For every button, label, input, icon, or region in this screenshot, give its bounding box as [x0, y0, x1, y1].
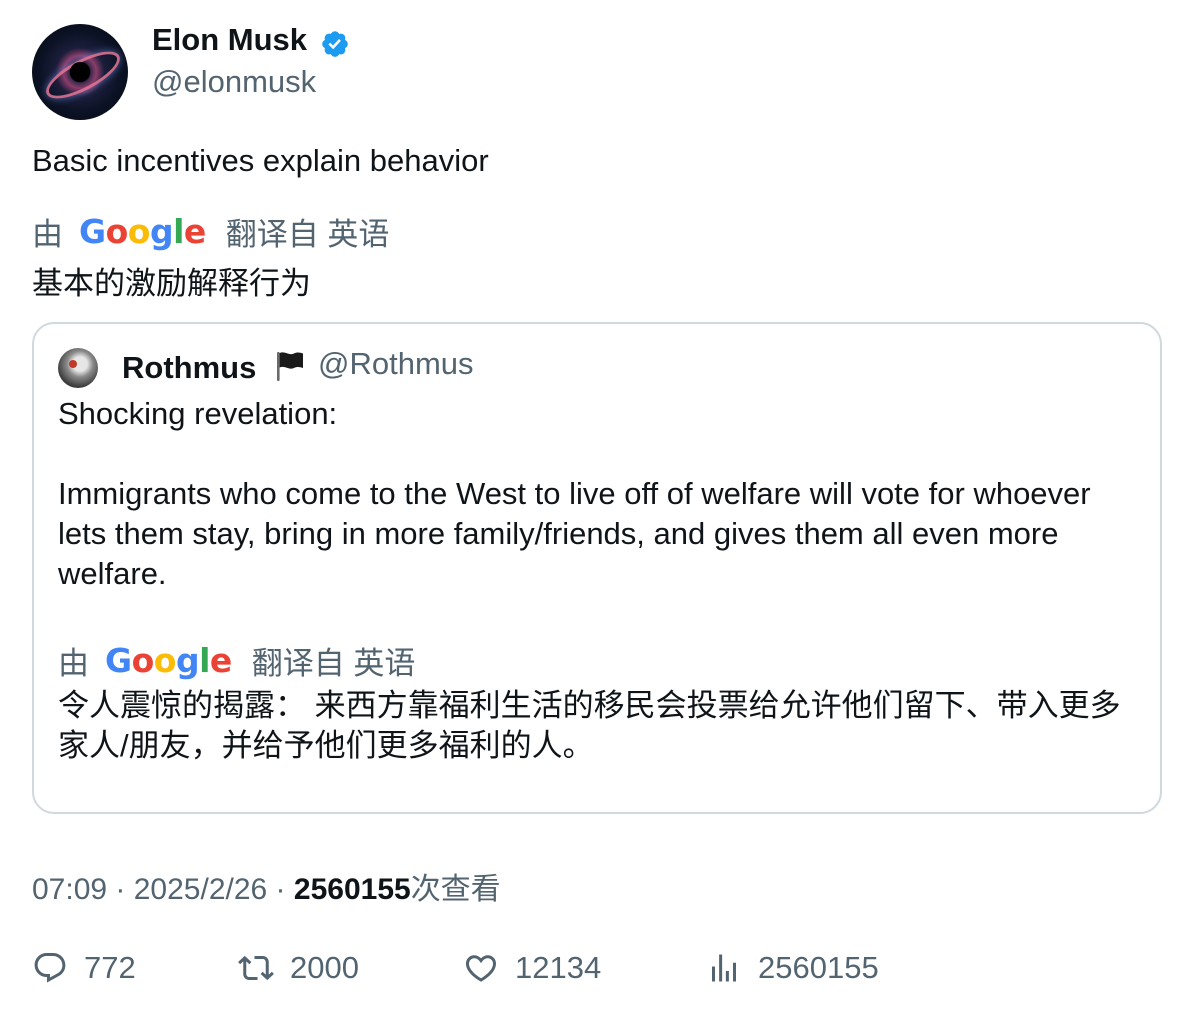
reply-count: 772 — [84, 950, 136, 985]
view-count-suffix: 次查看 — [410, 873, 501, 906]
quoted-text-line-2: Immigrants who come to the West to live … — [58, 476, 1091, 591]
like-count: 12134 — [515, 950, 602, 985]
heart-icon — [465, 955, 497, 982]
black-flag-icon — [277, 352, 303, 381]
tweet-date[interactable]: 2025/2/26 — [134, 873, 267, 906]
translation-attribution: 由 Google 翻译自 英语 — [32, 209, 389, 254]
tweet-metadata: 07:09 · 2025/2/26 · 2560155次查看 — [32, 873, 501, 906]
avatar-core-decoration — [70, 62, 90, 82]
reply-button[interactable]: 772 — [32, 950, 136, 986]
tweet-translated-text: 基本的激励解释行为 — [32, 266, 311, 301]
google-logo: Google — [79, 212, 206, 251]
google-logo: Google — [105, 641, 232, 680]
quoted-tweet-text: Shocking revelation: Immigrants who come… — [58, 394, 1138, 594]
views-count: 2560155 — [758, 950, 879, 985]
quoted-text-line-1: Shocking revelation: — [58, 396, 338, 431]
retweet-button[interactable]: 2000 — [238, 950, 359, 986]
quoted-translation-attribution: 由 Google 翻译自 英语 — [58, 638, 415, 683]
author-avatar[interactable] — [32, 24, 128, 120]
retweet-icon — [238, 955, 274, 981]
quoted-translated-text: 令人震惊的揭露： 来西方靠福利生活的移民会投票给允许他们留下、带入更多家人/朋友… — [58, 688, 1121, 763]
quoted-author-avatar[interactable] — [58, 348, 98, 388]
verified-badge-icon — [322, 31, 348, 57]
author-name[interactable]: Elon Musk — [152, 22, 307, 58]
avatar-detail — [69, 360, 77, 368]
like-button[interactable]: 12134 — [463, 950, 601, 986]
reply-icon — [34, 953, 66, 983]
quoted-tweet-card[interactable]: Rothmus @Rothmus Shocking revelation: Im… — [32, 322, 1162, 814]
views-button[interactable]: 2560155 — [706, 950, 879, 986]
tweet-text: Basic incentives explain behavior — [32, 143, 489, 178]
translation-by-label: 由 — [32, 217, 63, 252]
translation-from-label: 翻译自 英语 — [225, 217, 390, 252]
translation-by-label: 由 — [58, 646, 89, 681]
tweet-time[interactable]: 07:09 — [32, 873, 107, 906]
author-handle[interactable]: @elonmusk — [152, 64, 316, 100]
analytics-icon — [712, 954, 736, 982]
retweet-count: 2000 — [290, 950, 359, 985]
translation-from-label: 翻译自 英语 — [251, 646, 416, 681]
view-count: 2560155 — [293, 873, 411, 906]
quoted-author-name[interactable]: Rothmus — [122, 350, 256, 386]
quoted-author-handle[interactable]: @Rothmus — [318, 346, 474, 382]
